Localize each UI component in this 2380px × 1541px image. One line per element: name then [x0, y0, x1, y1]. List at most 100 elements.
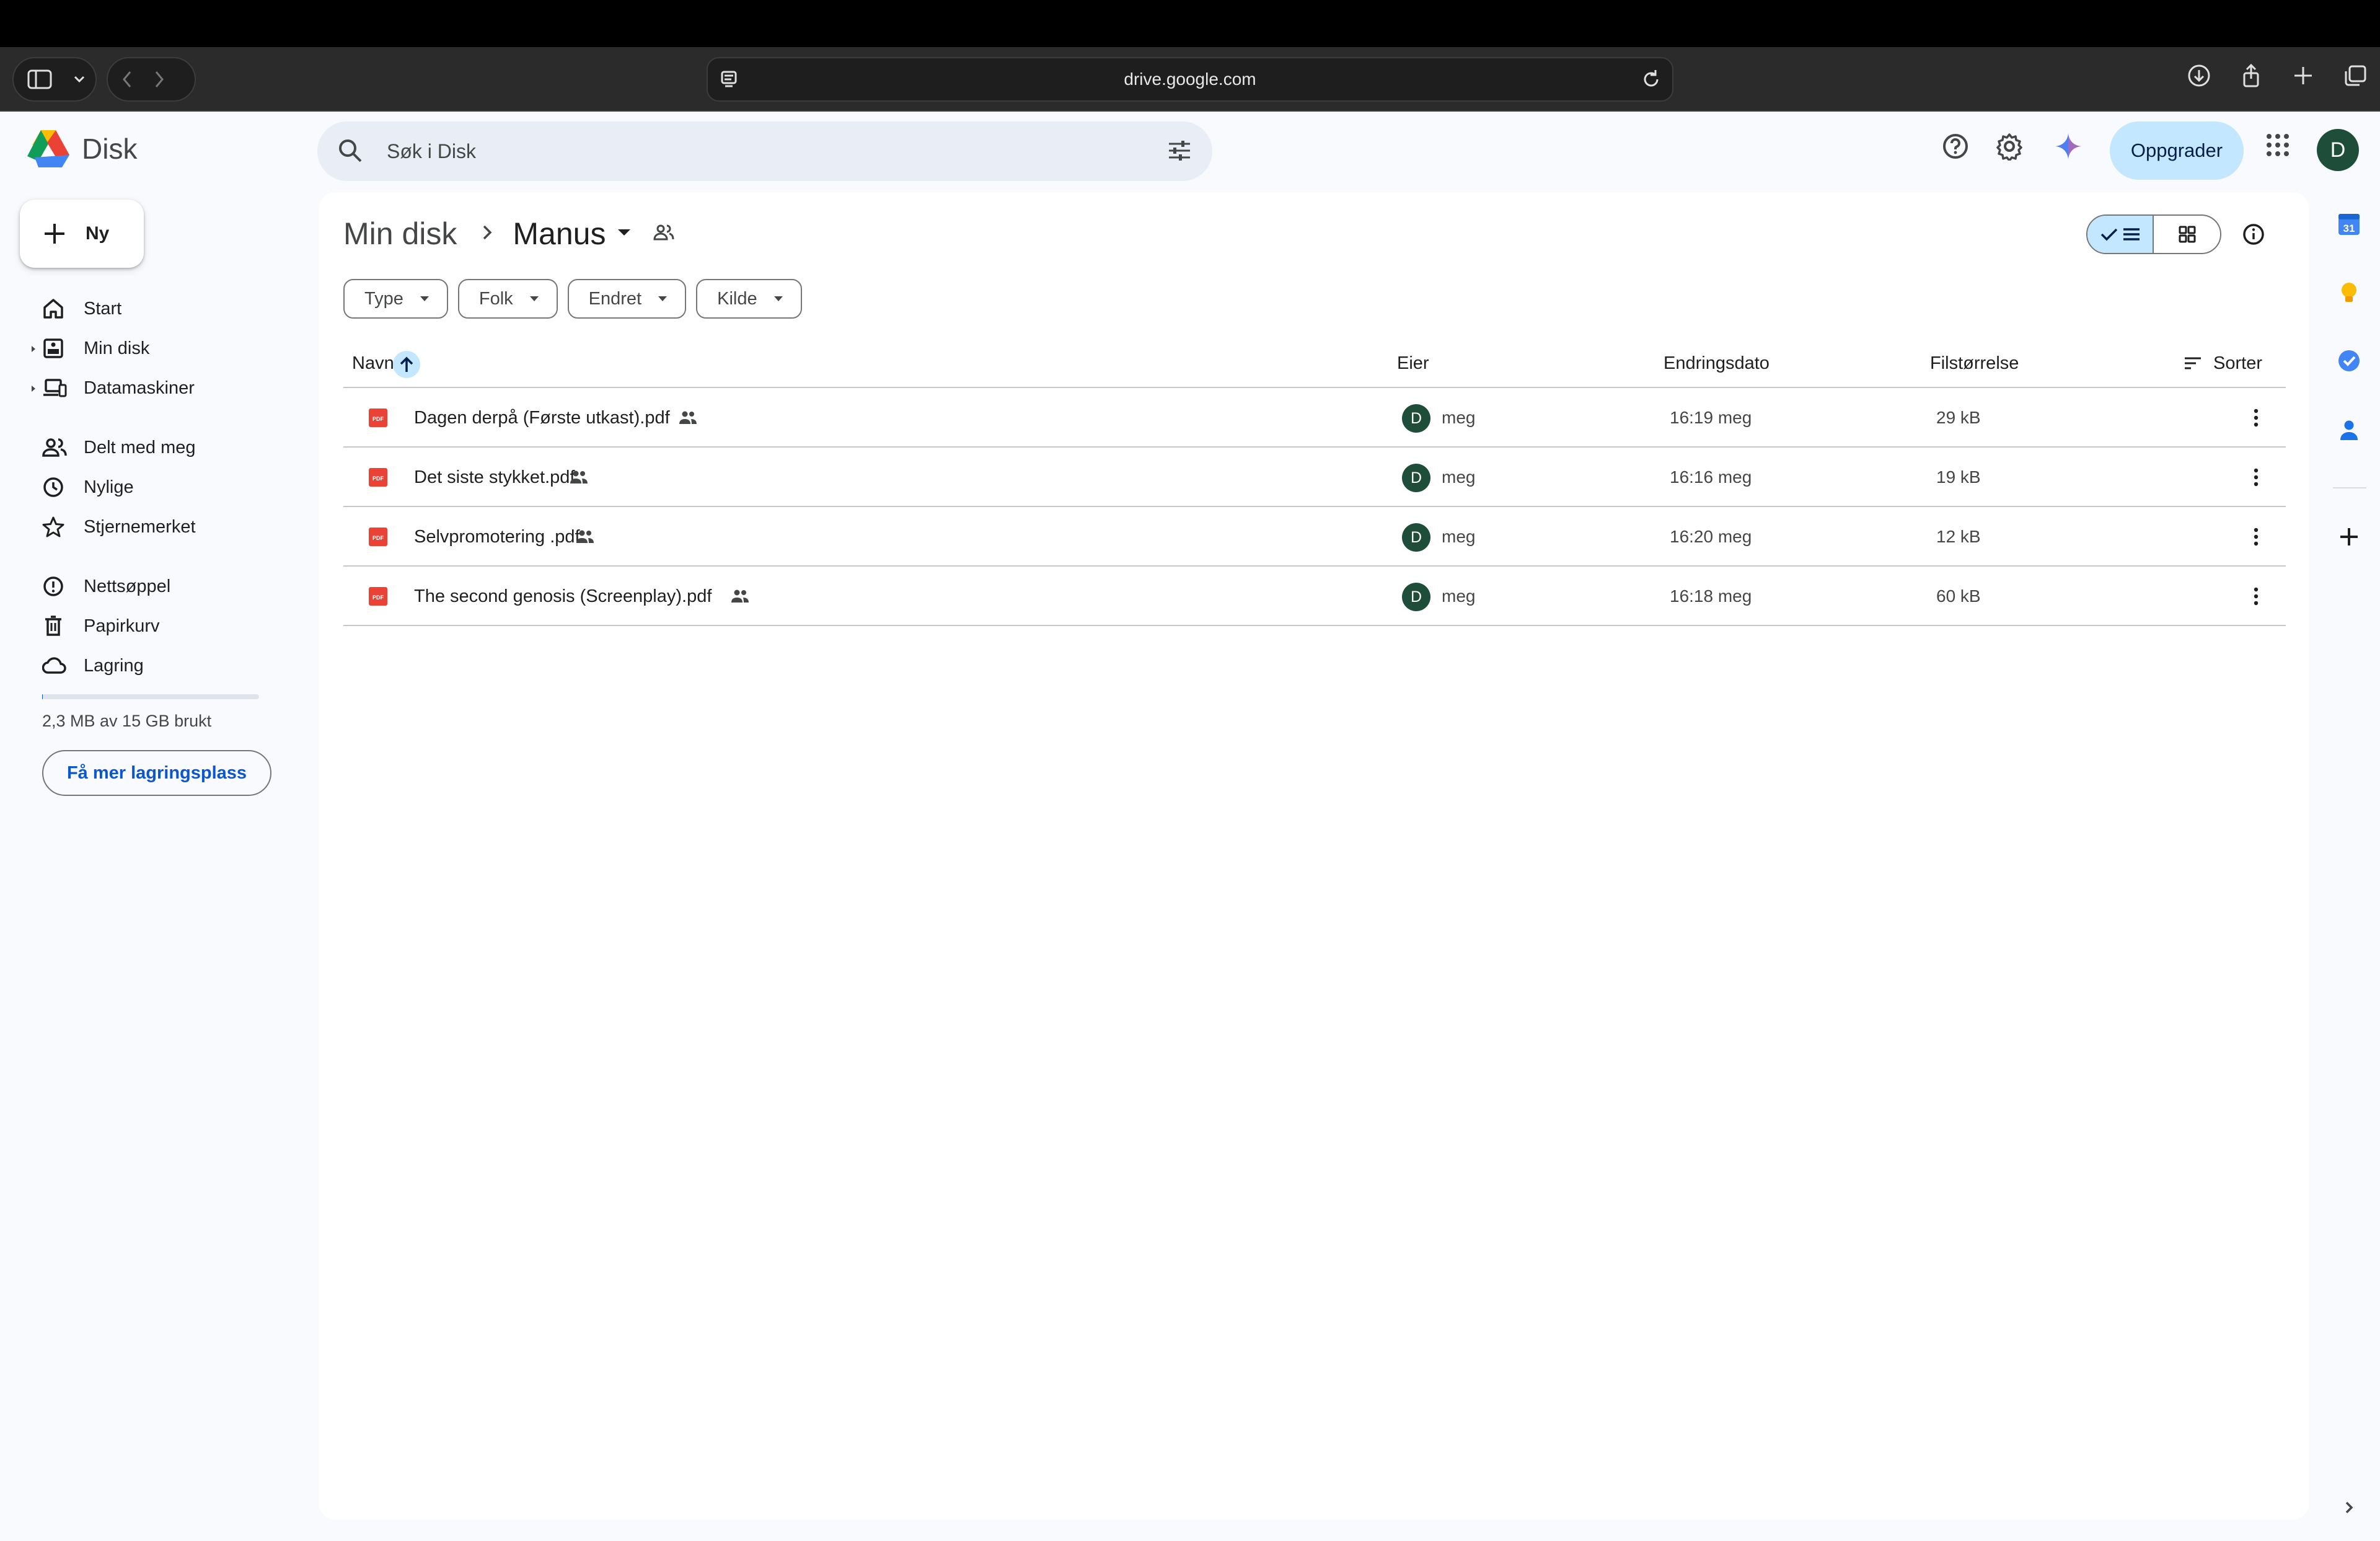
breadcrumb-parent[interactable]: Min disk [343, 216, 457, 252]
owner-avatar: D [1402, 583, 1430, 611]
more-actions-icon[interactable] [2249, 407, 2263, 432]
sidebar-item-label: Datamaskiner [84, 378, 195, 398]
sidebar-item-trash[interactable]: Papirkurv [0, 606, 273, 646]
more-actions-icon[interactable] [2249, 585, 2263, 611]
drive-logo[interactable]: Disk [26, 129, 137, 169]
file-name[interactable]: The second genosis (Screenplay).pdf [414, 567, 712, 626]
file-name[interactable]: Det siste stykket.pdf [414, 448, 575, 507]
new-button-label: Ny [86, 223, 110, 244]
settings-icon[interactable] [1995, 132, 2024, 164]
search-options-icon[interactable] [1165, 136, 1194, 168]
column-name-header[interactable]: Navn [352, 338, 394, 388]
expand-arrow-icon[interactable] [31, 384, 36, 395]
back-icon[interactable] [121, 70, 133, 89]
file-modified: 16:18 meg [1670, 586, 1752, 606]
pdf-file-icon: PDF [368, 586, 388, 609]
pdf-file-icon: PDF [368, 527, 388, 550]
address-bar[interactable]: drive.google.com [707, 57, 1673, 102]
storage-usage-text: 2,3 MB av 15 GB brukt [42, 712, 212, 730]
file-name[interactable]: Dagen derpå (Første utkast).pdf [414, 388, 670, 448]
sidebar-item-computers[interactable]: Datamaskiner [0, 368, 273, 408]
contacts-icon[interactable] [2335, 417, 2363, 447]
sidebar-item-recent[interactable]: Nylige [0, 467, 273, 507]
expand-arrow-icon[interactable] [31, 345, 36, 356]
apps-grid-icon[interactable] [2265, 132, 2291, 161]
filter-modified-chip[interactable]: Endret [567, 279, 687, 319]
table-row[interactable]: PDF Dagen derpå (Første utkast).pdf Dmeg 16… [343, 388, 2286, 448]
reload-icon[interactable] [1639, 67, 1664, 92]
sidebar-item-label: Nettsøppel [84, 576, 171, 596]
check-icon [2100, 228, 2117, 241]
main-content: Min disk Manus Type Folk Endret Kilde Na… [319, 192, 2309, 1520]
storage-progress-fill [42, 694, 43, 699]
sidebar-toggle-group[interactable] [12, 57, 97, 102]
sidebar-item-shared[interactable]: Delt med meg [0, 428, 273, 467]
share-icon[interactable] [2239, 63, 2263, 88]
more-actions-icon[interactable] [2249, 466, 2263, 492]
new-button[interactable]: Ny [20, 200, 144, 268]
chevron-down-icon[interactable] [73, 75, 86, 84]
column-modified-header[interactable]: Endringsdato [1664, 338, 1770, 388]
table-row[interactable]: PDF The second genosis (Screenplay).pdf Dm… [343, 567, 2286, 626]
gemini-icon[interactable] [2054, 132, 2082, 164]
sidebar-item-label: Lagring [84, 656, 144, 676]
sidebar-item-spam[interactable]: Nettsøppel [0, 567, 273, 606]
chevron-down-icon [658, 296, 668, 301]
filter-type-chip[interactable]: Type [343, 279, 448, 319]
pdf-file-icon: PDF [368, 467, 388, 490]
cloud-icon [42, 655, 67, 679]
search-input[interactable]: Søk i Disk [387, 121, 476, 181]
tab-overview-icon[interactable] [2343, 63, 2368, 88]
file-name[interactable]: Selvpromotering .pdf [414, 507, 580, 567]
filter-source-chip[interactable]: Kilde [696, 279, 802, 319]
upgrade-button[interactable]: Oppgrader [2110, 121, 2244, 180]
shared-people-icon [569, 469, 589, 488]
table-row[interactable]: PDF Selvpromotering .pdf Dmeg 16:20 meg 12 k… [343, 507, 2286, 567]
info-icon[interactable] [2241, 222, 2266, 250]
downloads-icon[interactable] [2187, 63, 2211, 88]
shared-people-icon [575, 529, 595, 548]
sort-ascending-icon[interactable] [393, 351, 420, 378]
list-view-button[interactable] [2087, 216, 2154, 253]
sort-button[interactable]: Sorter [2184, 338, 2262, 388]
calendar-icon[interactable]: 31 [2335, 211, 2363, 241]
new-tab-icon[interactable] [2291, 63, 2316, 88]
sidebar-item-storage[interactable]: Lagring [0, 646, 273, 686]
pdf-file-icon: PDF [368, 408, 388, 431]
account-avatar[interactable]: D [2317, 129, 2359, 171]
get-add-ons-icon[interactable] [2335, 523, 2363, 554]
get-more-storage-button[interactable]: Få mer lagringsplass [42, 750, 271, 796]
forward-icon[interactable] [154, 70, 165, 89]
view-toggle [2086, 214, 2221, 254]
breadcrumb-current[interactable]: Manus [513, 216, 606, 252]
column-size-header[interactable]: Filstørrelse [1930, 338, 2019, 388]
more-actions-icon[interactable] [2249, 526, 2263, 551]
sidebar-item-starred[interactable]: Stjernemerket [0, 507, 273, 547]
sidebar-toggle-icon[interactable] [27, 69, 52, 89]
svg-text:PDF: PDF [372, 416, 384, 422]
owner-avatar: D [1402, 464, 1430, 492]
sidebar-item-label: Stjernemerket [84, 517, 196, 537]
keep-icon[interactable] [2335, 279, 2363, 309]
list-view-icon [2123, 228, 2140, 241]
sidebar-item-label: Delt med meg [84, 438, 196, 457]
folder-menu-dropdown-icon[interactable] [617, 228, 632, 240]
search-bar[interactable]: Søk i Disk [317, 121, 1212, 181]
search-icon[interactable] [336, 136, 364, 168]
history-nav-group [107, 57, 196, 102]
sidebar-item-my-drive[interactable]: Min disk [0, 329, 273, 368]
sidebar-item-label: Papirkurv [84, 616, 160, 636]
shared-folder-icon [653, 223, 675, 245]
sidebar-item-start[interactable]: Start [0, 289, 273, 329]
grid-view-button[interactable] [2154, 216, 2220, 253]
help-icon[interactable] [1941, 132, 1970, 164]
column-owner-header[interactable]: Eier [1397, 338, 1429, 388]
expand-panel-icon[interactable] [2335, 1494, 2363, 1524]
tasks-icon[interactable] [2335, 347, 2363, 378]
table-row[interactable]: PDF Det siste stykket.pdf Dmeg 16:16 meg 19 … [343, 448, 2286, 507]
shared-people-icon [730, 588, 750, 607]
drive-logo-icon [27, 130, 69, 167]
filter-people-chip[interactable]: Folk [457, 279, 558, 319]
breadcrumb: Min disk Manus [343, 216, 675, 252]
file-owner: meg [1442, 467, 1476, 487]
